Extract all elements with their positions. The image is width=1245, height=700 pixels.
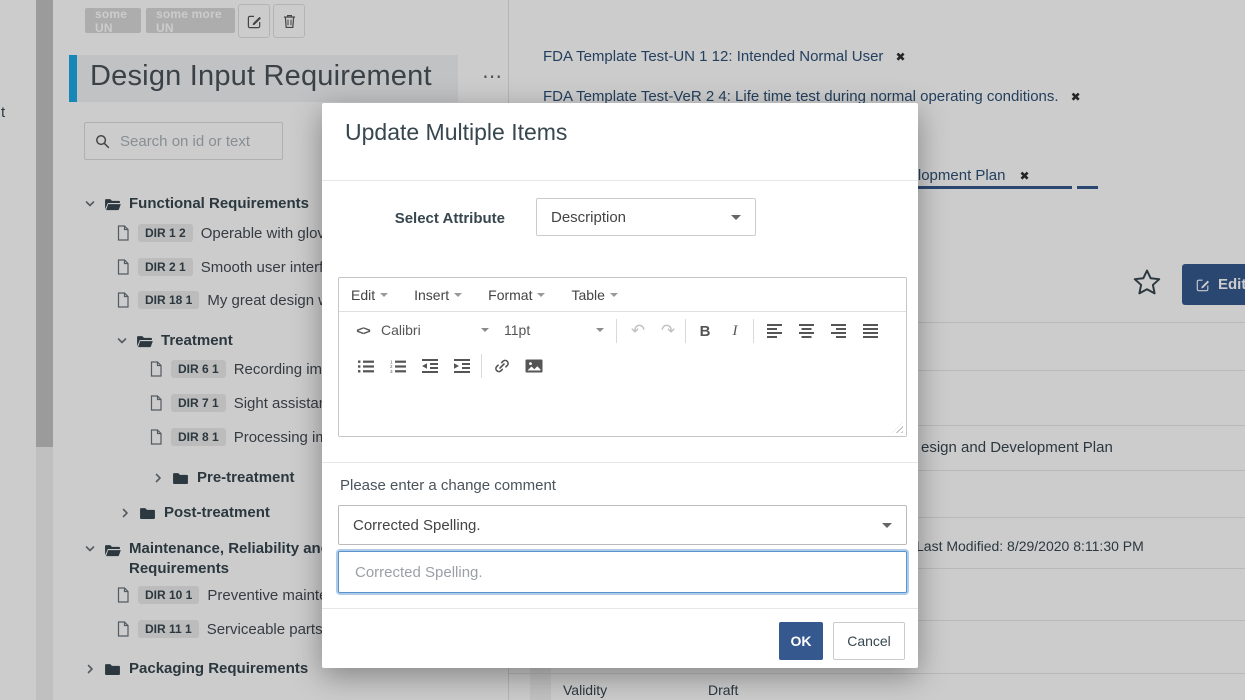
change-comment-select[interactable]: Corrected Spelling. (338, 505, 907, 545)
toolbar-separator (685, 319, 686, 343)
caret-down-icon (537, 293, 545, 297)
change-comment-input[interactable] (353, 563, 892, 582)
rich-text-editor: Edit Insert Format Table <> Calibri 11pt… (338, 277, 907, 437)
align-center-button[interactable] (791, 318, 821, 344)
source-code-button[interactable]: <> (351, 318, 375, 344)
divider (322, 462, 918, 463)
font-family-select[interactable]: Calibri (381, 322, 489, 338)
insert-image-button[interactable] (519, 353, 549, 379)
divider (322, 608, 918, 609)
caret-down-icon (731, 215, 741, 220)
divider (322, 180, 918, 181)
toolbar-separator (616, 319, 617, 343)
ok-button[interactable]: OK (779, 622, 823, 660)
bullet-list-button[interactable] (351, 353, 381, 379)
italic-button[interactable]: I (721, 318, 749, 344)
toolbar-separator (481, 354, 482, 378)
change-comment-label: Please enter a change comment (340, 477, 556, 494)
align-right-button[interactable] (823, 318, 853, 344)
menu-edit[interactable]: Edit (351, 287, 388, 303)
menu-insert[interactable]: Insert (414, 287, 462, 303)
justify-button[interactable] (855, 318, 885, 344)
select-attribute-label: Select Attribute (322, 210, 505, 227)
caret-down-icon (596, 328, 604, 332)
insert-link-button[interactable] (487, 353, 517, 379)
redo-button[interactable]: ↷ (655, 318, 681, 344)
bold-button[interactable]: B (691, 318, 719, 344)
font-size-select[interactable]: 11pt (504, 322, 604, 338)
toolbar-separator (753, 319, 754, 343)
caret-down-icon (481, 328, 489, 332)
indent-button[interactable] (447, 353, 477, 379)
update-multiple-items-dialog: Update Multiple Items Select Attribute D… (322, 103, 918, 668)
numbered-list-button[interactable] (383, 353, 413, 379)
caret-down-icon (454, 293, 462, 297)
menu-format[interactable]: Format (488, 287, 545, 303)
editor-menubar: Edit Insert Format Table (339, 278, 906, 312)
menu-table[interactable]: Table (571, 287, 617, 303)
cancel-button[interactable]: Cancel (833, 622, 905, 660)
align-left-button[interactable] (759, 318, 789, 344)
change-comment-input-wrap (338, 551, 907, 593)
dialog-title: Update Multiple Items (345, 119, 567, 146)
attribute-select[interactable]: Description (536, 198, 756, 236)
caret-down-icon (380, 293, 388, 297)
undo-button[interactable]: ↶ (625, 318, 651, 344)
editor-content-area[interactable] (339, 382, 906, 436)
caret-down-icon (882, 523, 892, 528)
caret-down-icon (610, 293, 618, 297)
app-window: t some UN some more UN Design Input Requ… (0, 0, 1245, 700)
outdent-button[interactable] (415, 353, 445, 379)
